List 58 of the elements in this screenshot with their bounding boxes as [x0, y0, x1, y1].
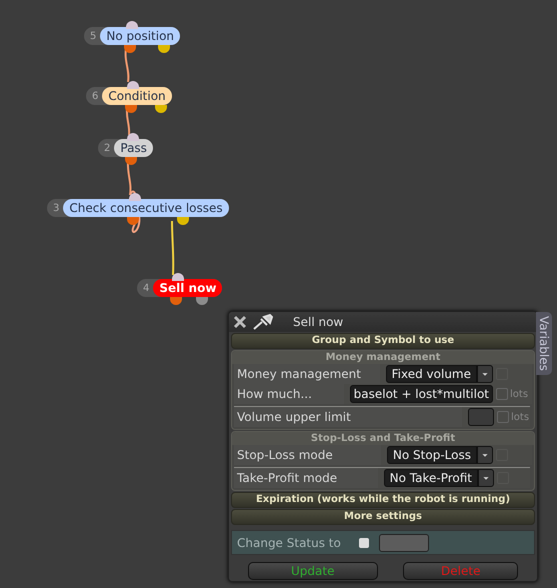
output-port-icon[interactable]: [125, 105, 137, 113]
output-port-icon[interactable]: [155, 105, 167, 113]
output-port-icon[interactable]: [177, 217, 189, 225]
flow-node[interactable]: 6 Condition: [86, 87, 172, 105]
node-number: 2: [104, 142, 110, 154]
caret-icon: [477, 365, 493, 383]
node-number: 4: [143, 282, 150, 294]
section-header[interactable]: Group and Symbol to use: [231, 333, 535, 349]
dropdown-value: No Stop-Loss: [386, 446, 477, 464]
field-label: Money management: [234, 364, 380, 384]
node-number: 5: [90, 30, 96, 42]
flow-node[interactable]: 5 No position: [84, 27, 180, 45]
output-port-icon[interactable]: [125, 157, 137, 165]
node-number: 6: [92, 90, 98, 102]
checkbox[interactable]: [358, 538, 369, 548]
input-port-icon[interactable]: [129, 193, 141, 201]
unit-label: lots: [510, 388, 529, 400]
input-port-icon[interactable]: [127, 133, 139, 141]
status-label: Change Status to: [237, 536, 341, 550]
output-port-icon[interactable]: [124, 45, 136, 53]
input-port-icon[interactable]: [126, 21, 138, 29]
caret-icon: [477, 446, 493, 464]
field-label: Take-Profit mode: [234, 468, 378, 488]
flow-node[interactable]: 3 Check consecutive losses: [47, 199, 229, 217]
node-label: Condition: [102, 87, 172, 105]
flow-node[interactable]: 2 Pass: [98, 139, 153, 157]
field-label: Stop-Loss mode: [234, 445, 381, 465]
flow-node[interactable]: 4 Sell now: [137, 279, 222, 297]
window-title: Sell now: [293, 315, 344, 329]
close-icon[interactable]: [233, 315, 247, 329]
checkbox[interactable]: [496, 388, 508, 400]
input-port-icon[interactable]: [172, 273, 184, 281]
input-field[interactable]: [468, 408, 494, 426]
checkbox[interactable]: [497, 411, 509, 423]
pin-icon[interactable]: [253, 314, 273, 330]
output-port-icon[interactable]: [170, 297, 182, 305]
field-label: How much...: [234, 384, 344, 404]
connector-line: [171, 221, 174, 276]
section-header[interactable]: Expiration (works while the robot is running): [231, 492, 535, 508]
section-header[interactable]: More settings: [231, 509, 535, 525]
field-label: Volume upper limit: [234, 407, 462, 427]
output-port-icon[interactable]: [196, 297, 208, 305]
node-label: Check consecutive losses: [63, 199, 229, 217]
caret-icon: [478, 469, 494, 487]
output-port-icon[interactable]: [127, 217, 139, 225]
node-label: No position: [100, 27, 180, 45]
input-field[interactable]: baselot + lost*multilot: [350, 385, 493, 403]
output-port-icon[interactable]: [158, 45, 170, 53]
dropdown[interactable]: No Stop-Loss: [386, 446, 493, 464]
node-label: Sell now: [153, 279, 222, 297]
input-field[interactable]: [378, 534, 429, 552]
update-button[interactable]: Update: [248, 562, 378, 580]
node-label: Pass: [114, 139, 153, 157]
unit-label: lots: [511, 412, 530, 422]
node-number: 3: [53, 202, 60, 214]
connector-line: [124, 48, 130, 82]
side-tab[interactable]: Variables: [536, 312, 552, 375]
input-port-icon[interactable]: [127, 81, 139, 89]
